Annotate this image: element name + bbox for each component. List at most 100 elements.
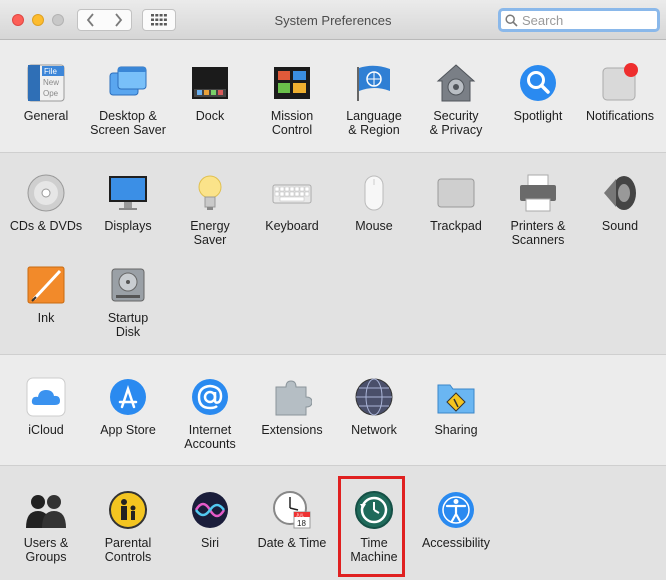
pref-label: Displays	[104, 219, 152, 233]
pref-ink[interactable]: Ink	[5, 265, 87, 325]
pref-label: Keyboard	[265, 219, 319, 233]
pref-label: Time Machine	[350, 536, 398, 564]
pref-spotlight[interactable]: Spotlight	[497, 63, 579, 123]
search-icon	[505, 13, 518, 27]
pref-general[interactable]: File New Ope General	[5, 63, 87, 123]
ink-icon	[27, 266, 65, 304]
pref-accessibility[interactable]: Accessibility	[415, 490, 497, 550]
pref-label: iCloud	[28, 423, 64, 437]
pref-parental-controls[interactable]: Parental Controls	[87, 490, 169, 564]
pref-network[interactable]: Network	[333, 377, 415, 437]
pref-label: CDs & DVDs	[9, 219, 83, 233]
pref-date-time[interactable]: JUL 18 Date & Time	[251, 490, 333, 550]
minimize-window-button[interactable]	[32, 14, 44, 26]
pref-users-groups[interactable]: Users & Groups	[5, 490, 87, 564]
show-all-button[interactable]	[142, 9, 176, 31]
pref-label: Extensions	[261, 423, 323, 437]
pref-label: Dock	[195, 109, 225, 123]
svg-text:JUL: JUL	[296, 513, 304, 518]
notifications-icon	[602, 63, 638, 101]
pref-icloud[interactable]: iCloud	[5, 377, 87, 437]
pref-mouse[interactable]: Mouse	[333, 173, 415, 233]
internet-accounts-icon	[192, 379, 228, 415]
pref-sharing[interactable]: Sharing	[415, 377, 497, 437]
svg-text:New: New	[43, 78, 59, 87]
pref-label: Users & Groups	[23, 536, 69, 564]
pref-desktop-screensaver[interactable]: Desktop & Screen Saver	[87, 63, 169, 137]
displays-icon	[109, 176, 147, 210]
close-window-button[interactable]	[12, 14, 24, 26]
hardware-section: APPUALS TECH HOW-TO'S FROM THE EXPERTS! …	[0, 153, 666, 479]
pref-displays[interactable]: Displays	[87, 173, 169, 233]
pref-startup-disk[interactable]: Startup Disk	[87, 265, 169, 339]
back-button[interactable]	[77, 9, 105, 31]
pref-label: Desktop & Screen Saver	[90, 109, 166, 137]
pref-label: Date & Time	[257, 536, 327, 550]
system-preferences-window: System Preferences File New Ope General	[0, 0, 666, 580]
energy-saver-icon	[198, 175, 222, 210]
mouse-icon	[364, 175, 384, 211]
pref-energy-saver[interactable]: Energy Saver	[169, 173, 251, 247]
search-input[interactable]	[522, 12, 652, 28]
chevron-left-icon	[86, 13, 94, 27]
pref-app-store[interactable]: App Store	[87, 377, 169, 437]
sound-icon	[604, 176, 636, 210]
pref-label: Sharing	[434, 423, 478, 437]
pref-label: Network	[351, 423, 397, 437]
pref-keyboard[interactable]: Keyboard	[251, 173, 333, 233]
internet-section: iCloud App Store Internet Accounts Exten…	[0, 355, 666, 466]
svg-text:File: File	[44, 67, 57, 76]
time-machine-icon	[355, 491, 393, 529]
startup-disk-icon	[111, 268, 145, 302]
pref-dock[interactable]: Dock	[169, 63, 251, 123]
pref-label: General	[23, 109, 69, 123]
pref-label: Startup Disk	[107, 311, 149, 339]
pref-internet-accounts[interactable]: Internet Accounts	[169, 377, 251, 451]
pref-notifications[interactable]: Notifications	[579, 63, 661, 123]
pref-siri[interactable]: Siri	[169, 490, 251, 550]
system-section: Users & Groups Parental Controls Siri JU…	[0, 466, 666, 580]
forward-button[interactable]	[104, 9, 132, 31]
search-field[interactable]	[498, 8, 660, 32]
pref-label: Trackpad	[430, 219, 482, 233]
siri-icon	[192, 492, 228, 528]
pref-label: Mouse	[355, 219, 393, 233]
titlebar: System Preferences	[0, 0, 666, 40]
pref-label: Spotlight	[513, 109, 563, 123]
extensions-icon	[275, 380, 312, 416]
cds-dvds-icon	[27, 174, 65, 212]
network-icon	[355, 378, 393, 416]
chevron-right-icon	[114, 13, 122, 27]
pref-trackpad[interactable]: Trackpad	[415, 173, 497, 233]
sharing-icon	[437, 384, 475, 414]
pref-label: Energy Saver	[190, 219, 230, 247]
pref-printers-scanners[interactable]: Printers & Scanners	[497, 173, 579, 247]
pref-label: Printers & Scanners	[510, 219, 566, 247]
pref-label: Accessibility	[421, 536, 491, 550]
grid-icon	[151, 14, 167, 26]
pref-mission-control[interactable]: Mission Control	[251, 63, 333, 137]
zoom-window-button[interactable]	[52, 14, 64, 26]
pref-cds-dvds[interactable]: CDs & DVDs	[5, 173, 87, 233]
pref-label: Security & Privacy	[429, 109, 483, 137]
pref-extensions[interactable]: Extensions	[251, 377, 333, 437]
pref-label: Siri	[200, 536, 220, 550]
pref-security-privacy[interactable]: Security & Privacy	[415, 63, 497, 137]
language-region-icon	[357, 65, 390, 101]
spotlight-icon	[520, 65, 556, 101]
pref-time-machine[interactable]: Time Machine	[333, 490, 415, 564]
keyboard-icon	[272, 184, 312, 204]
date-time-icon: JUL 18	[273, 491, 311, 529]
general-icon: File New Ope	[27, 64, 65, 102]
pref-language-region[interactable]: Language & Region	[333, 63, 415, 137]
desktop-screensaver-icon	[109, 66, 147, 96]
icloud-icon	[26, 377, 66, 417]
printers-scanners-icon	[520, 174, 556, 212]
pref-sound[interactable]: Sound	[579, 173, 661, 233]
personal-section: File New Ope General Desktop & Screen Sa…	[0, 41, 666, 153]
pref-label: Ink	[37, 311, 55, 325]
pref-label: Internet Accounts	[184, 423, 236, 451]
mission-control-icon	[274, 67, 310, 99]
dock-icon	[192, 67, 228, 99]
users-groups-icon	[26, 495, 66, 528]
